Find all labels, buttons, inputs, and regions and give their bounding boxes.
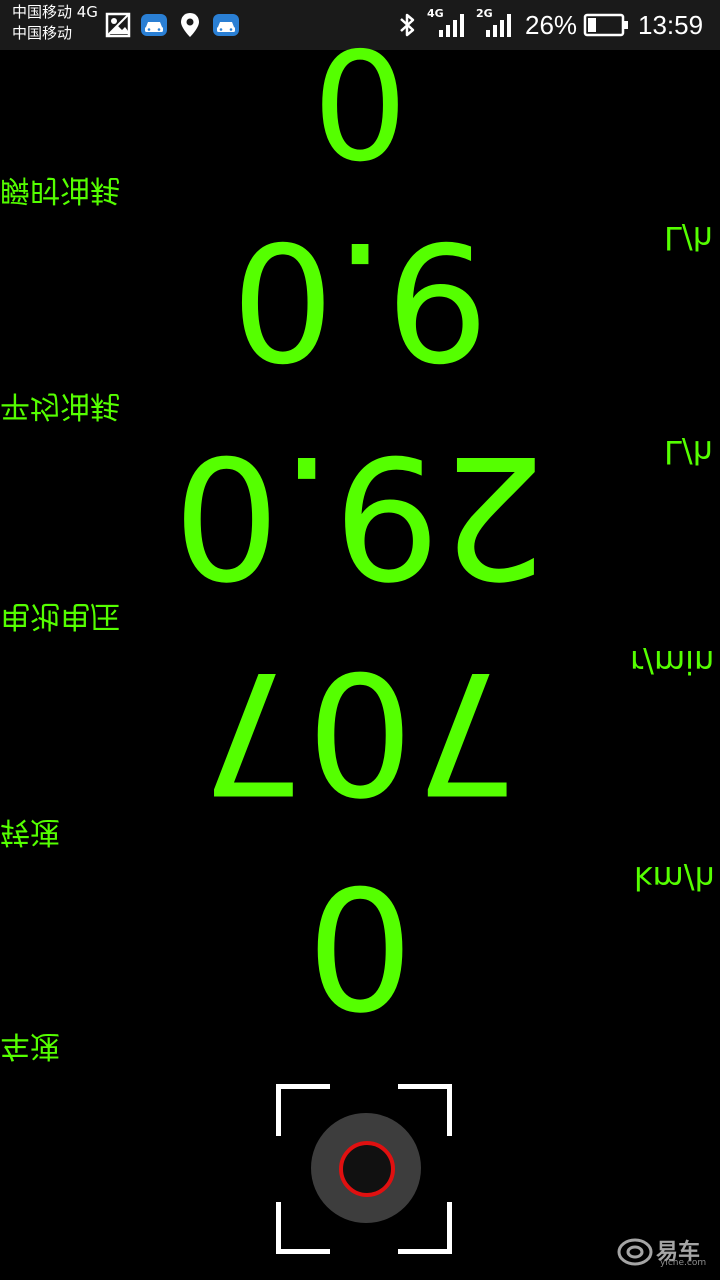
value-battery-voltage: 29.0 — [172, 418, 548, 614]
record-icon — [339, 1141, 395, 1197]
signal-icon — [486, 14, 511, 37]
value-instant-fuel: 0 — [312, 14, 408, 188]
label-speed: 车速 — [0, 1028, 60, 1063]
battery-icon — [583, 13, 628, 37]
carrier-primary: 中国移动 4G — [12, 3, 98, 21]
label-instant-fuel: 瞬时油耗 — [0, 172, 120, 207]
gallery-icon[interactable] — [104, 11, 132, 39]
battery-percent: 26% — [525, 10, 578, 40]
unit-battery-voltage: r/min — [630, 643, 715, 681]
yiche-logo-icon — [617, 1238, 653, 1266]
signal-icon — [439, 14, 464, 37]
label-average-fuel: 平均油耗 — [0, 388, 120, 423]
value-average-fuel: 9.0 — [231, 205, 489, 393]
unit-instant-fuel: L/h — [664, 219, 713, 257]
location-icon[interactable] — [176, 11, 204, 39]
carrier-secondary: 中国移动 — [12, 24, 73, 42]
label-rpm: 转速 — [0, 814, 60, 849]
car-app-icon[interactable] — [212, 11, 240, 39]
clock: 13:59 — [638, 10, 704, 40]
label-battery-voltage: 电池电压 — [0, 598, 120, 633]
unit-average-fuel: L/h — [664, 433, 713, 471]
value-rpm: 707 — [199, 634, 521, 830]
unit-rpm: km/h — [634, 859, 715, 897]
watermark: 易车 yiche.com — [616, 1234, 712, 1270]
value-speed: 0 — [306, 848, 414, 1044]
shutter-button[interactable] — [311, 1113, 421, 1223]
watermark-subtext: yiche.com — [660, 1258, 707, 1268]
car-app-icon[interactable] — [140, 11, 168, 39]
